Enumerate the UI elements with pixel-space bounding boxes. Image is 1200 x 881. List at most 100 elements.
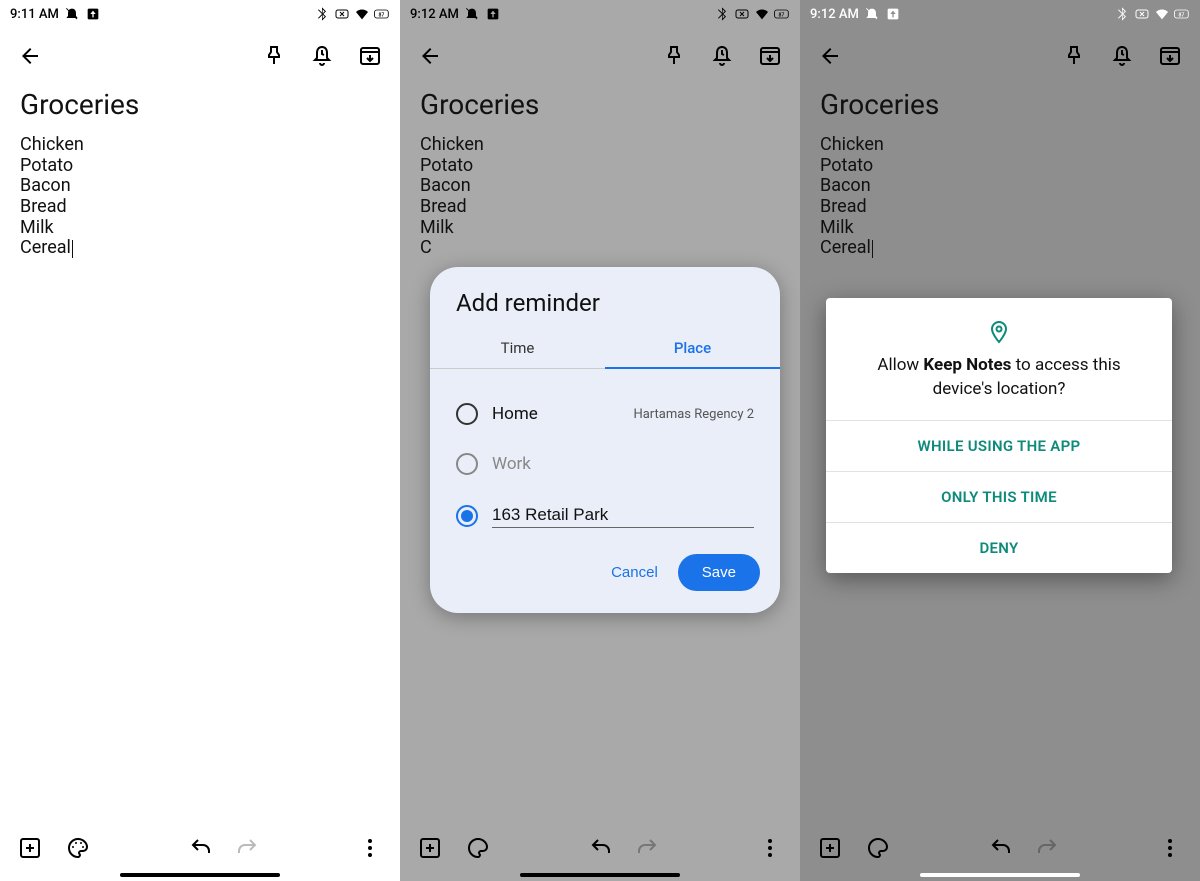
status-bar: 9:12 AM 87 — [800, 0, 1200, 28]
add-button[interactable] — [418, 836, 442, 864]
note-line: Bacon — [820, 176, 1180, 197]
pin-button[interactable] — [1062, 44, 1086, 72]
save-button[interactable]: Save — [678, 554, 760, 591]
wifi-icon — [1154, 6, 1170, 22]
pin-button[interactable] — [262, 44, 286, 72]
wifi-icon — [354, 6, 370, 22]
bluetooth-icon — [1114, 6, 1130, 22]
nav-handle[interactable] — [120, 873, 280, 877]
svg-text:87: 87 — [1179, 12, 1185, 18]
note-line: Bacon — [20, 176, 380, 197]
archive-button[interactable] — [358, 44, 382, 72]
place-option-home[interactable]: Home Hartamas Regency 2 — [456, 389, 754, 439]
clock-text: 9:11 AM — [10, 7, 59, 22]
note-line: Milk — [20, 218, 380, 239]
palette-button[interactable] — [66, 836, 90, 864]
svg-text:87: 87 — [779, 12, 785, 18]
add-button[interactable] — [818, 836, 842, 864]
note-line: Chicken — [20, 135, 380, 156]
note-line: Chicken — [820, 135, 1180, 156]
back-button[interactable] — [18, 44, 42, 72]
back-button[interactable] — [818, 44, 842, 72]
bluetooth-icon — [714, 6, 730, 22]
overflow-button[interactable] — [358, 836, 382, 864]
undo-button[interactable] — [189, 836, 213, 864]
back-button[interactable] — [418, 44, 442, 72]
radio-checked-icon — [456, 505, 478, 527]
tab-time[interactable]: Time — [430, 329, 605, 369]
permission-deny-button[interactable]: DENY — [826, 522, 1172, 573]
add-reminder-dialog: Add reminder Time Place Home Hartamas Re… — [430, 267, 780, 613]
redo-button — [1035, 836, 1059, 864]
note-line: Chicken — [420, 135, 780, 156]
note-line: Cereal — [20, 238, 380, 259]
status-bar: 9:11 AM 87 — [0, 0, 400, 28]
overflow-button[interactable] — [1158, 836, 1182, 864]
add-button[interactable] — [18, 836, 42, 864]
clock-text: 9:12 AM — [810, 7, 859, 22]
battery-icon: 87 — [374, 6, 390, 22]
note-line: C — [420, 238, 780, 259]
app-bar — [400, 28, 800, 88]
nav-handle[interactable] — [520, 873, 680, 877]
permission-only-this-time-button[interactable]: ONLY THIS TIME — [826, 471, 1172, 522]
bluetooth-icon — [314, 6, 330, 22]
note-line: Cereal — [820, 238, 1180, 259]
undo-button[interactable] — [589, 836, 613, 864]
clock-text: 9:12 AM — [410, 7, 459, 22]
archive-button[interactable] — [758, 44, 782, 72]
radio-unchecked-icon — [456, 453, 478, 475]
note-line: Potato — [820, 156, 1180, 177]
upload-icon — [485, 6, 501, 22]
data-icon — [1134, 6, 1150, 22]
status-bar: 9:12 AM 87 — [400, 0, 800, 28]
palette-button[interactable] — [466, 836, 490, 864]
note-line: Bread — [820, 197, 1180, 218]
permission-message: Allow Keep Notes to access this device's… — [848, 354, 1150, 402]
undo-button[interactable] — [989, 836, 1013, 864]
place-option-work[interactable]: Work — [456, 439, 754, 489]
data-icon — [734, 6, 750, 22]
app-bar — [800, 28, 1200, 88]
note-title: Groceries — [820, 88, 1180, 121]
tab-place[interactable]: Place — [605, 329, 780, 369]
permission-dialog: Allow Keep Notes to access this device's… — [826, 298, 1172, 573]
note-line: Potato — [420, 156, 780, 177]
redo-button — [635, 836, 659, 864]
reminder-button[interactable] — [710, 44, 734, 72]
app-bar — [0, 28, 400, 88]
place-input[interactable] — [492, 503, 754, 528]
archive-button[interactable] — [1158, 44, 1182, 72]
radio-unchecked-icon — [456, 403, 478, 425]
note-line: Bacon — [420, 176, 780, 197]
cancel-button[interactable]: Cancel — [599, 554, 670, 591]
note-line: Potato — [20, 156, 380, 177]
mute-icon — [64, 6, 80, 22]
battery-icon: 87 — [1174, 6, 1190, 22]
place-option-custom[interactable] — [456, 489, 754, 530]
data-icon — [334, 6, 350, 22]
note-line: Milk — [820, 218, 1180, 239]
note-content[interactable]: Groceries Chicken Potato Bacon Bread Mil… — [0, 88, 400, 823]
upload-icon — [885, 6, 901, 22]
reminder-button[interactable] — [310, 44, 334, 72]
note-line: Bread — [420, 197, 780, 218]
overflow-button[interactable] — [758, 836, 782, 864]
location-icon — [848, 320, 1150, 344]
note-line: Bread — [20, 197, 380, 218]
place-sublabel: Hartamas Regency 2 — [633, 407, 754, 422]
wifi-icon — [754, 6, 770, 22]
redo-button — [235, 836, 259, 864]
mute-icon — [464, 6, 480, 22]
nav-handle[interactable] — [920, 873, 1080, 877]
palette-button[interactable] — [866, 836, 890, 864]
place-label: Work — [492, 454, 754, 474]
dialog-title: Add reminder — [430, 267, 780, 329]
reminder-button[interactable] — [1110, 44, 1134, 72]
svg-text:87: 87 — [379, 12, 385, 18]
mute-icon — [864, 6, 880, 22]
battery-icon: 87 — [774, 6, 790, 22]
permission-while-using-button[interactable]: WHILE USING THE APP — [826, 420, 1172, 471]
pin-button[interactable] — [662, 44, 686, 72]
note-title[interactable]: Groceries — [20, 88, 380, 121]
